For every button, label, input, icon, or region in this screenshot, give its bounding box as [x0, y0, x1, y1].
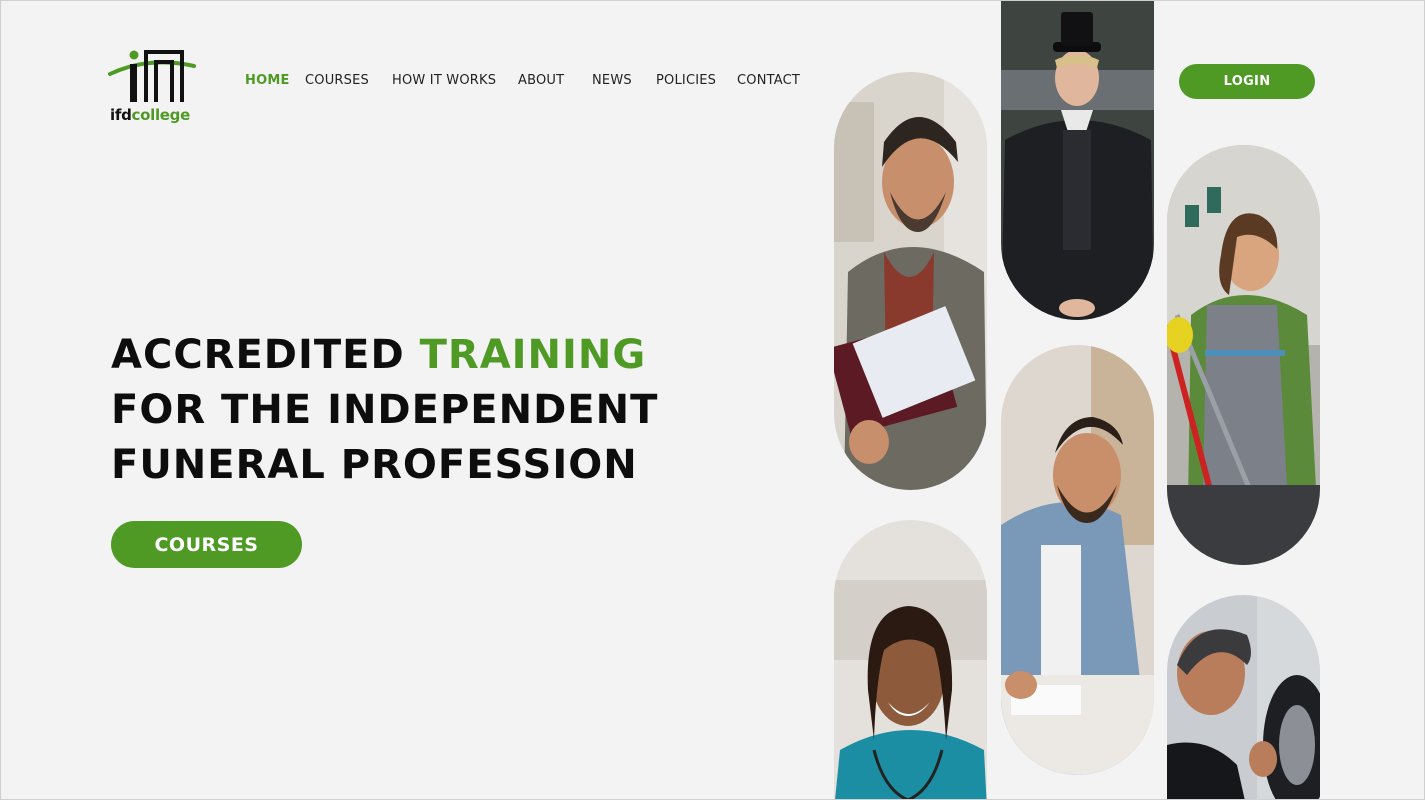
- hero-line-2: FOR THE INDEPENDENT: [111, 387, 659, 433]
- nav-how-it-works[interactable]: HOW IT WORKS: [392, 72, 496, 90]
- logo-mark-icon: [108, 50, 196, 102]
- man-writing-photo: [1001, 345, 1154, 775]
- login-button[interactable]: LOGIN: [1179, 64, 1315, 99]
- nav-policies[interactable]: POLICIES: [656, 72, 716, 90]
- nurse-photo: [834, 520, 987, 800]
- logo-text-primary: ifd: [110, 106, 132, 124]
- logo-wordmark: ifdcollege: [110, 106, 190, 124]
- hero-line-1-text: ACCREDITED: [111, 332, 420, 378]
- woman-in-top-hat-photo: [1001, 0, 1154, 320]
- hero-highlight: TRAINING: [419, 332, 647, 378]
- nav-courses[interactable]: COURSES: [305, 72, 369, 90]
- logo-text-secondary: college: [131, 106, 191, 124]
- courses-cta-button[interactable]: COURSES: [111, 521, 302, 568]
- hero-line-3: FUNERAL PROFESSION: [111, 442, 638, 488]
- ifdcollege-logo[interactable]: ifdcollege: [108, 46, 200, 126]
- nav-home[interactable]: HOME: [245, 72, 290, 90]
- mechanic-photo: [1167, 595, 1320, 800]
- hero-heading: ACCREDITED TRAINING FOR THE INDEPENDENT …: [111, 328, 751, 493]
- man-with-books-photo: [834, 72, 987, 490]
- nav-news[interactable]: NEWS: [592, 72, 632, 90]
- nav-contact[interactable]: CONTACT: [737, 72, 800, 90]
- nav-about[interactable]: ABOUT: [518, 72, 564, 90]
- hero-line-1: ACCREDITED TRAINING: [111, 328, 751, 383]
- woman-cleaning-photo: [1167, 145, 1320, 565]
